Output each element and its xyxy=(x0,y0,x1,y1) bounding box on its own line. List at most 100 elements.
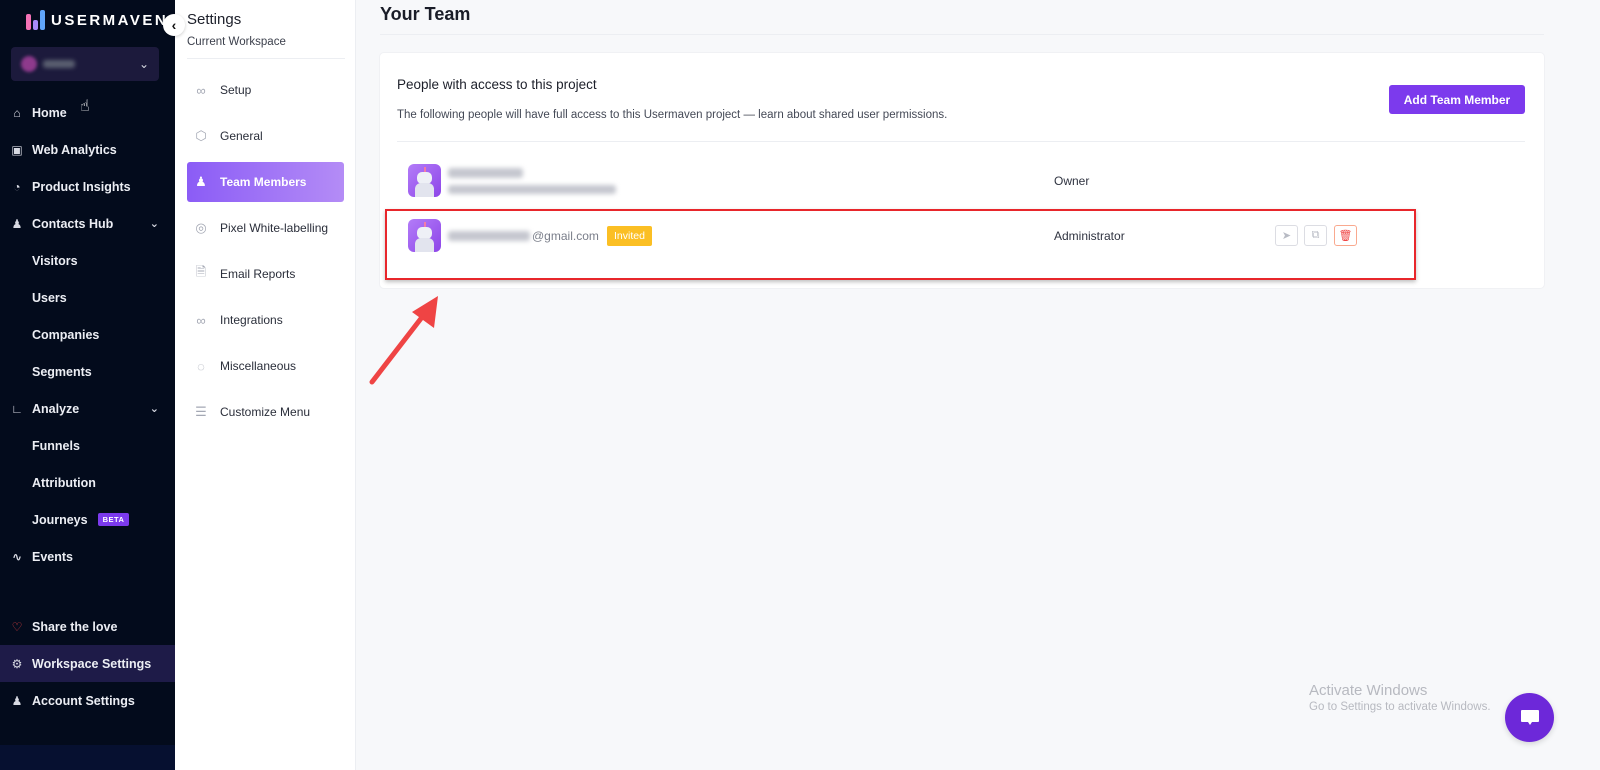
workspace-selector[interactable]: ⌄ xyxy=(11,47,159,81)
settings-item-team-members[interactable]: ♟ Team Members xyxy=(187,162,344,202)
delete-member-button[interactable]: 🗑 xyxy=(1334,225,1357,246)
workspace-name-blurred xyxy=(43,60,75,68)
member-email-suffix: @gmail.com xyxy=(532,229,599,243)
divider xyxy=(187,58,345,59)
settings-item-label: Miscellaneous xyxy=(220,359,297,373)
nav-label: Attribution xyxy=(32,475,96,490)
settings-item-label: Customize Menu xyxy=(220,405,311,419)
chevron-down-icon: ⌄ xyxy=(138,57,149,71)
avatar xyxy=(408,164,441,197)
gear-icon: ⚙ xyxy=(11,656,23,671)
divider xyxy=(397,141,1525,142)
member-row: @gmail.com Invited Administrator ➤ ⧉ 🗑 xyxy=(380,211,1544,261)
add-team-member-button[interactable]: Add Team Member xyxy=(1389,85,1525,114)
settings-item-integrations[interactable]: ∞ Integrations xyxy=(187,300,344,340)
collapse-sidebar-button[interactable]: ‹ xyxy=(163,14,185,36)
nav-label: Events xyxy=(32,549,73,564)
brand-logo[interactable]: USERMAVEN. xyxy=(26,10,175,30)
nav-workspace-settings[interactable]: ⚙ Workspace Settings xyxy=(0,645,175,682)
nav-label: Share the love xyxy=(32,619,118,634)
settings-item-general[interactable]: ⬡ General xyxy=(187,116,344,156)
nav-companies[interactable]: Companies xyxy=(0,316,175,353)
user-settings-icon: ♟ xyxy=(11,693,23,708)
member-name-blurred xyxy=(448,168,523,178)
nav-label: Contacts Hub xyxy=(32,216,114,231)
chat-support-button[interactable] xyxy=(1505,693,1554,742)
nav-label: Segments xyxy=(32,364,92,379)
nav-web-analytics[interactable]: ▣ Web Analytics xyxy=(0,131,175,168)
nav-journeys[interactable]: Journeys BETA xyxy=(0,501,175,538)
settings-item-customize-menu[interactable]: ☰ Customize Menu xyxy=(187,392,344,432)
nav-label: Web Analytics xyxy=(32,142,117,157)
settings-menu: Settings Current Workspace ∞ Setup ⬡ Gen… xyxy=(175,0,356,770)
resend-invite-button[interactable]: ➤ xyxy=(1275,225,1298,246)
nav-share-the-love[interactable]: ♡ Share the love xyxy=(0,608,175,645)
nav-funnels[interactable]: Funnels xyxy=(0,427,175,464)
settings-item-setup[interactable]: ∞ Setup xyxy=(187,70,344,110)
member-role: Administrator xyxy=(1054,229,1125,243)
member-email-blurred xyxy=(448,231,530,241)
nav-visitors[interactable]: Visitors xyxy=(0,242,175,279)
user-icon: ♟ xyxy=(11,216,23,231)
chevron-down-icon: ⌄ xyxy=(149,403,159,415)
settings-item-email-reports[interactable]: 🗎 Email Reports xyxy=(187,254,344,294)
logo-icon xyxy=(26,10,45,30)
trash-icon: 🗑 xyxy=(1338,230,1353,242)
pie-chart-icon: ◔ xyxy=(13,179,21,194)
area-chart-icon: ∟ xyxy=(11,401,23,416)
link-icon: ∞ xyxy=(196,312,206,328)
page-title: Your Team xyxy=(380,4,471,24)
chevron-left-icon: ‹ xyxy=(171,17,177,33)
nav-label: Companies xyxy=(32,327,100,342)
member-row: Owner xyxy=(380,156,1544,206)
settings-title: Settings xyxy=(187,11,242,28)
member-role: Owner xyxy=(1054,174,1090,188)
nav-label: Analyze xyxy=(32,401,80,416)
brand-name: USERMAVEN. xyxy=(51,11,175,29)
nav-events[interactable]: ∿ Events xyxy=(0,538,175,575)
card-heading: People with access to this project xyxy=(397,77,597,92)
settings-subtitle: Current Workspace xyxy=(187,36,286,48)
send-icon: ➤ xyxy=(1281,230,1292,242)
main-sidebar: USERMAVEN. ⌄ ⌂ Home ▣ Web Analytics ◔ Pr… xyxy=(0,0,175,770)
member-email-blurred xyxy=(448,185,616,194)
settings-item-miscellaneous[interactable]: ◌ Miscellaneous xyxy=(187,346,344,386)
copy-invite-link-button[interactable]: ⧉ xyxy=(1304,225,1327,246)
browser-window-icon: ▣ xyxy=(11,142,23,157)
nav-label: Funnels xyxy=(32,438,80,453)
sidebar-footer xyxy=(0,745,175,770)
chat-icon xyxy=(1520,709,1539,725)
nav-contacts-hub[interactable]: ♟ Contacts Hub ⌄ xyxy=(0,205,175,242)
chevron-down-icon: ⌄ xyxy=(149,218,159,230)
nav-label: Product Insights xyxy=(32,179,131,194)
checklist-icon: ☰ xyxy=(195,404,207,419)
nav-users[interactable]: Users xyxy=(0,279,175,316)
nav-label: Journeys xyxy=(32,512,88,527)
dashed-circle-icon: ◌ xyxy=(197,358,205,374)
settings-item-label: Pixel White-labelling xyxy=(220,221,329,235)
windows-activation-watermark: Activate Windows Go to Settings to activ… xyxy=(1309,682,1491,713)
nav-attribution[interactable]: Attribution xyxy=(0,464,175,501)
settings-item-label: General xyxy=(220,129,263,143)
nav-account-settings[interactable]: ♟ Account Settings xyxy=(0,682,175,719)
workspace-avatar xyxy=(21,56,37,72)
nav-segments[interactable]: Segments xyxy=(0,353,175,390)
card-description: The following people will have full acce… xyxy=(397,109,948,121)
home-icon: ⌂ xyxy=(13,105,21,120)
heart-icon: ♡ xyxy=(11,619,23,634)
watermark-title: Activate Windows xyxy=(1309,682,1428,699)
nav-analyze[interactable]: ∟ Analyze ⌄ xyxy=(0,390,175,427)
nav-label: Account Settings xyxy=(32,693,135,708)
nav-home[interactable]: ⌂ Home xyxy=(0,94,175,131)
settings-item-pixel-white-labelling[interactable]: ◎ Pixel White-labelling xyxy=(187,208,344,248)
settings-item-label: Integrations xyxy=(220,313,283,327)
settings-item-label: Email Reports xyxy=(220,267,296,281)
settings-item-label: Setup xyxy=(220,83,252,97)
nav-product-insights[interactable]: ◔ Product Insights xyxy=(0,168,175,205)
divider xyxy=(380,34,1544,35)
nav-label: Home xyxy=(32,105,67,120)
globe-icon: ◎ xyxy=(195,220,207,235)
hexagon-icon: ⬡ xyxy=(195,128,207,143)
team-card: People with access to this project The f… xyxy=(380,53,1544,288)
nav-label: Users xyxy=(32,290,67,305)
